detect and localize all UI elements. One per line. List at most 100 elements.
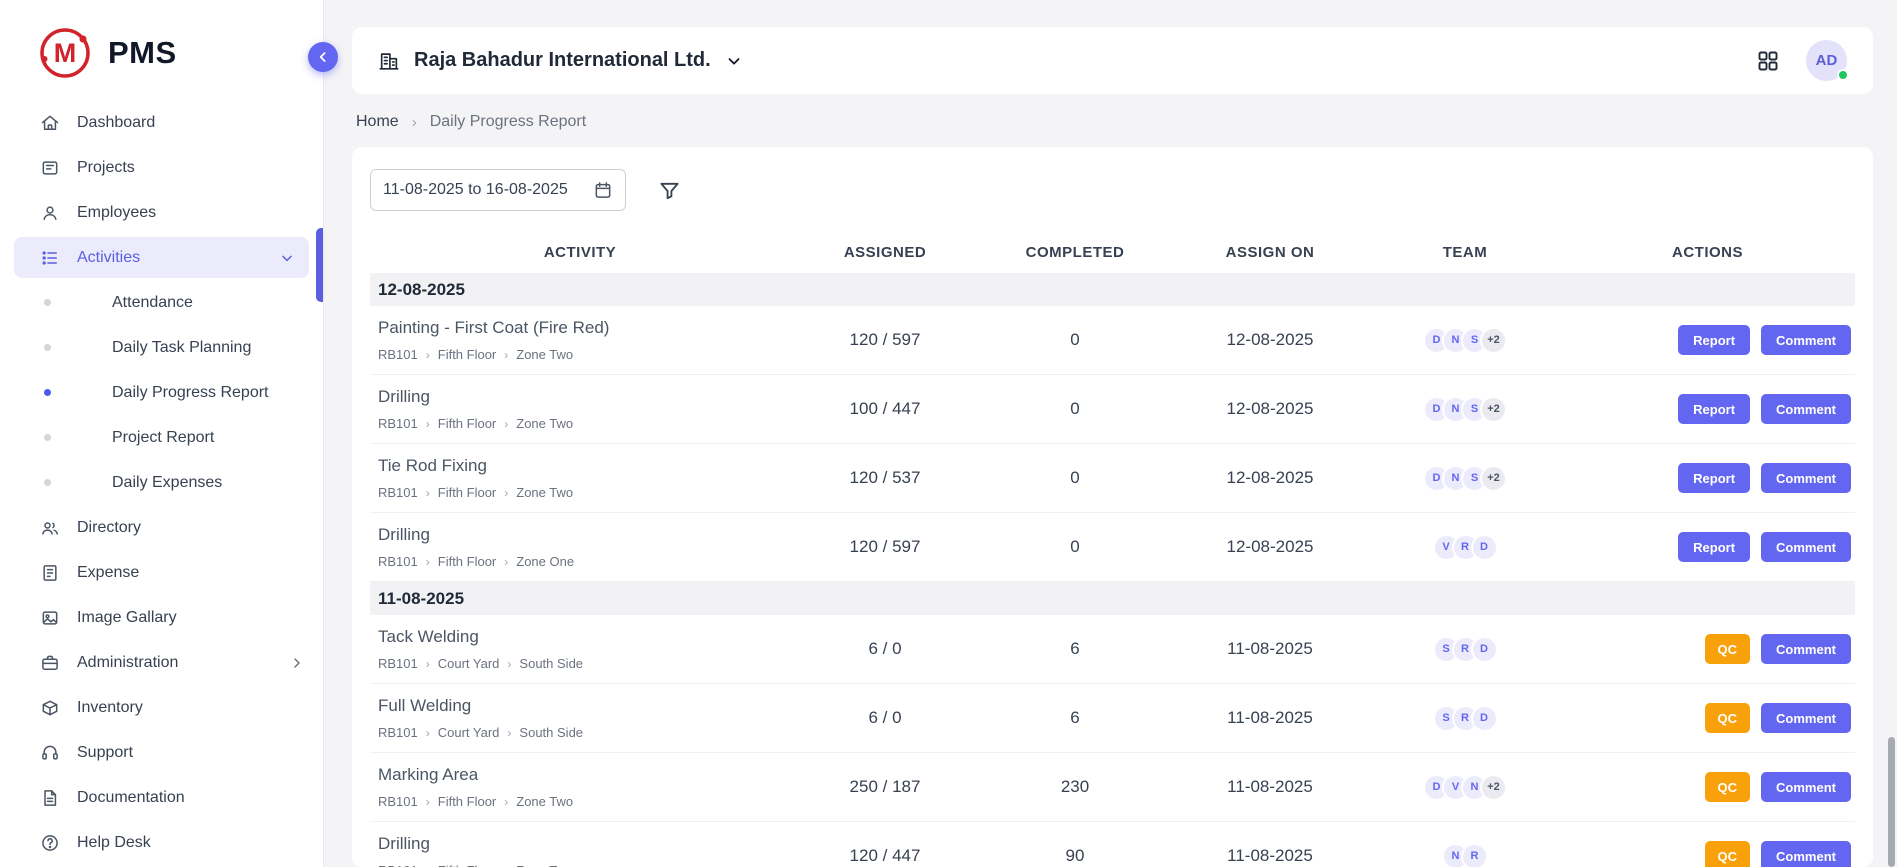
team-avatars: DVN+2: [1370, 774, 1560, 801]
report-button[interactable]: Report: [1678, 394, 1750, 424]
chevron-right-icon: ›: [426, 348, 430, 362]
logo-m-icon: M: [38, 26, 92, 80]
sidebar-item-expense[interactable]: Expense: [0, 550, 323, 595]
row-actions: Report Comment: [1560, 394, 1855, 424]
location-segment: RB101: [378, 554, 418, 569]
user-menu[interactable]: AD: [1806, 40, 1847, 81]
team-member-avatar[interactable]: D: [1471, 705, 1498, 732]
sidebar-item-support[interactable]: Support: [0, 730, 323, 775]
report-card: 11-08-2025 to 16-08-2025 ACTIVITY ASSIGN…: [352, 147, 1873, 867]
sidebar-item-inventory[interactable]: Inventory: [0, 685, 323, 730]
assigned-value: 120 / 537: [790, 468, 980, 488]
sidebar-subitem-daily-expenses[interactable]: Daily Expenses: [0, 460, 323, 505]
date-range-input[interactable]: 11-08-2025 to 16-08-2025: [370, 169, 626, 211]
comment-button[interactable]: Comment: [1761, 463, 1851, 493]
team-more-badge[interactable]: +2: [1480, 327, 1507, 354]
activity-location-breadcrumb: RB101›Fifth Floor›Zone One: [378, 554, 790, 569]
comment-button[interactable]: Comment: [1761, 772, 1851, 802]
bullet-icon: [44, 434, 51, 441]
sidebar-subitem-attendance[interactable]: Attendance: [0, 280, 323, 325]
chevron-right-icon: ›: [426, 486, 430, 500]
apps-grid-icon[interactable]: [1756, 49, 1780, 73]
qc-button[interactable]: QC: [1705, 703, 1751, 733]
team-member-avatar[interactable]: R: [1461, 843, 1488, 867]
activity-name[interactable]: Painting - First Coat (Fire Red): [378, 318, 790, 338]
chevron-down-icon: [279, 250, 295, 266]
team-more-badge[interactable]: +2: [1480, 396, 1507, 423]
scrollbar-thumb[interactable]: [1888, 737, 1895, 867]
breadcrumb: Home › Daily Progress Report: [356, 113, 1873, 131]
activity-name[interactable]: Tie Rod Fixing: [378, 456, 790, 476]
date-range-value: 11-08-2025 to 16-08-2025: [383, 181, 568, 199]
sidebar-subitem-daily-progress-report[interactable]: Daily Progress Report: [0, 370, 323, 415]
table-header: ACTIVITY ASSIGNED COMPLETED ASSIGN ON TE…: [370, 231, 1855, 273]
svg-text:M: M: [54, 38, 77, 68]
activity-name[interactable]: Full Welding: [378, 696, 790, 716]
report-button[interactable]: Report: [1678, 325, 1750, 355]
team-member-avatar[interactable]: D: [1471, 534, 1498, 561]
sidebar-item-directory[interactable]: Directory: [0, 505, 323, 550]
team-member-avatar[interactable]: D: [1471, 636, 1498, 663]
qc-button[interactable]: QC: [1705, 772, 1751, 802]
comment-button[interactable]: Comment: [1761, 532, 1851, 562]
table-row: Tie Rod Fixing RB101›Fifth Floor›Zone Tw…: [370, 444, 1855, 513]
activity-location-breadcrumb: RB101›Fifth Floor›Zone Two: [378, 485, 790, 500]
sidebar-item-image-gallary[interactable]: Image Gallary: [0, 595, 323, 640]
report-button[interactable]: Report: [1678, 463, 1750, 493]
report-button[interactable]: Report: [1678, 532, 1750, 562]
sidebar-collapse-button[interactable]: [308, 42, 338, 72]
table-row: Marking Area RB101›Fifth Floor›Zone Two …: [370, 753, 1855, 822]
sidebar-nav: Dashboard Projects Employees Activities …: [0, 98, 323, 865]
sidebar-item-projects[interactable]: Projects: [0, 145, 323, 190]
comment-button[interactable]: Comment: [1761, 703, 1851, 733]
app-logo[interactable]: M PMS: [0, 0, 323, 98]
sidebar: M PMS Dashboard Projects Employees Activ…: [0, 0, 324, 867]
sidebar-item-documentation[interactable]: Documentation: [0, 775, 323, 820]
completed-value: 0: [980, 468, 1170, 488]
activity-name[interactable]: Tack Welding: [378, 627, 790, 647]
chevron-right-icon: ›: [504, 555, 508, 569]
filter-funnel-icon[interactable]: [658, 179, 681, 202]
row-actions: Report Comment: [1560, 463, 1855, 493]
sidebar-item-activities[interactable]: Activities: [14, 237, 309, 278]
team-more-badge[interactable]: +2: [1480, 465, 1507, 492]
filter-row: 11-08-2025 to 16-08-2025: [370, 169, 1855, 211]
sidebar-item-administration[interactable]: Administration: [0, 640, 323, 685]
assigned-value: 120 / 447: [790, 846, 980, 866]
location-segment: RB101: [378, 416, 418, 431]
sidebar-subitem-daily-task-planning[interactable]: Daily Task Planning: [0, 325, 323, 370]
assign-on-value: 12-08-2025: [1170, 537, 1370, 557]
location-segment: Zone Two: [516, 485, 573, 500]
table-row: Drilling RB101›Fifth Floor›Zone Two 120 …: [370, 822, 1855, 867]
activity-name[interactable]: Drilling: [378, 525, 790, 545]
calendar-icon[interactable]: [593, 180, 613, 200]
sidebar-item-label: Expense: [77, 564, 139, 582]
activity-name[interactable]: Marking Area: [378, 765, 790, 785]
people-icon: [40, 518, 60, 538]
chevron-right-icon: ›: [504, 417, 508, 431]
assign-on-value: 11-08-2025: [1170, 708, 1370, 728]
comment-button[interactable]: Comment: [1761, 325, 1851, 355]
activity-name[interactable]: Drilling: [378, 387, 790, 407]
main-content: Raja Bahadur International Ltd. AD Home …: [324, 0, 1897, 867]
location-segment: Zone Two: [516, 347, 573, 362]
team-more-badge[interactable]: +2: [1480, 774, 1507, 801]
comment-button[interactable]: Comment: [1761, 634, 1851, 664]
activity-name[interactable]: Drilling: [378, 834, 790, 854]
sidebar-item-employees[interactable]: Employees: [0, 190, 323, 235]
location-segment: South Side: [519, 725, 583, 740]
comment-button[interactable]: Comment: [1761, 394, 1851, 424]
qc-button[interactable]: QC: [1705, 841, 1751, 867]
table-row: Drilling RB101›Fifth Floor›Zone Two 100 …: [370, 375, 1855, 444]
col-assigned: ASSIGNED: [790, 244, 980, 261]
breadcrumb-home[interactable]: Home: [356, 113, 399, 131]
sidebar-item-dashboard[interactable]: Dashboard: [0, 100, 323, 145]
comment-button[interactable]: Comment: [1761, 841, 1851, 867]
sidebar-subitem-project-report[interactable]: Project Report: [0, 415, 323, 460]
row-actions: QC Comment: [1560, 634, 1855, 664]
qc-button[interactable]: QC: [1705, 634, 1751, 664]
company-selector[interactable]: Raja Bahadur International Ltd.: [378, 49, 743, 72]
sidebar-item-help-desk[interactable]: Help Desk: [0, 820, 323, 865]
sidebar-subitem-label: Daily Progress Report: [112, 384, 269, 402]
col-actions: ACTIONS: [1560, 244, 1855, 261]
